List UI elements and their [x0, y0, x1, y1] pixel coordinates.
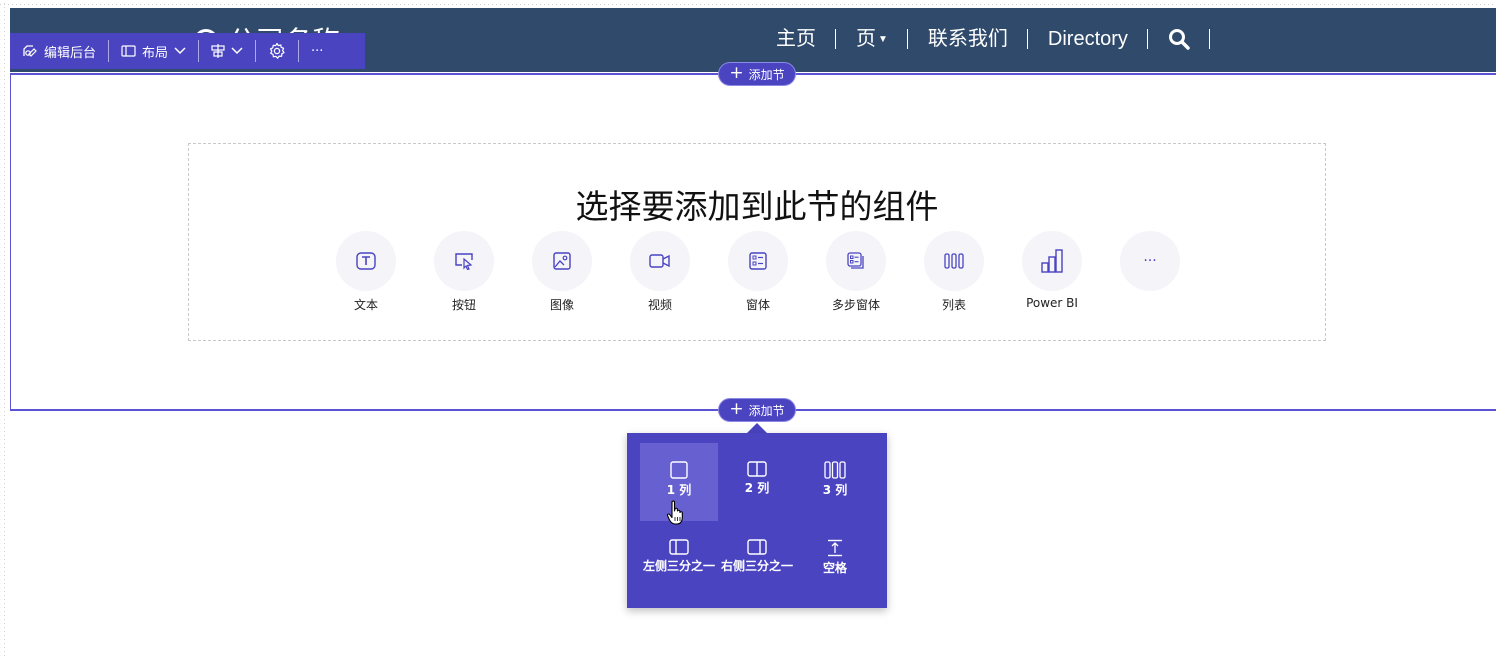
nav-item-label: 联系我们	[927, 28, 1008, 50]
layout-option-left-third[interactable]: 左侧三分之一	[640, 521, 718, 599]
component-more[interactable]: ···	[1105, 231, 1195, 296]
popover-arrow	[747, 423, 767, 433]
form-icon	[749, 252, 767, 270]
edit-site-icon	[23, 45, 37, 57]
settings-icon	[269, 42, 285, 59]
component-icon-circle	[924, 231, 984, 291]
component-icon-circle	[728, 231, 788, 291]
component-multistep-form[interactable]: 多步窗体	[811, 231, 901, 313]
nav-item-label: Directory	[1047, 28, 1128, 50]
component-label: 文本	[353, 298, 378, 312]
page-top-edge	[0, 0, 1496, 8]
edit-toolbar: 编辑后台 布局 ···	[10, 33, 365, 69]
layout-option-two-column[interactable]: 2 列	[718, 443, 796, 521]
page-left-edge	[0, 0, 8, 658]
right-third-icon	[747, 539, 767, 555]
layout-option-right-third[interactable]: 右侧三分之一	[718, 521, 796, 599]
list-icon	[944, 253, 964, 269]
multistep-form-icon	[847, 252, 864, 269]
edit-backend-button[interactable]: 编辑后台	[10, 33, 108, 69]
more-icon: ···	[311, 43, 324, 59]
component-label: 窗体	[745, 298, 770, 312]
plus-icon: +	[729, 398, 744, 419]
component-placeholder: 选择要添加到此节的组件 文本 按钮 图像 视频 窗体 多步窗体 列表 Power…	[188, 143, 1326, 341]
add-section-button-top[interactable]: + 添加节	[718, 62, 796, 86]
button-icon	[455, 253, 473, 270]
component-powerbi[interactable]: Power BI	[1007, 231, 1097, 310]
placeholder-title: 选择要添加到此节的组件	[575, 187, 939, 226]
settings-button[interactable]	[256, 33, 298, 69]
add-section-label: 添加节	[748, 403, 785, 418]
component-list[interactable]: 列表	[909, 231, 999, 313]
one-column-icon	[670, 461, 688, 479]
video-icon	[649, 254, 670, 268]
component-label: 图像	[549, 298, 574, 312]
component-video[interactable]: 视频	[615, 231, 705, 313]
chevron-down-icon	[174, 47, 186, 55]
powerbi-icon	[1041, 249, 1063, 273]
layout-option-label: 左侧三分之一	[642, 559, 715, 573]
component-label: 视频	[647, 298, 672, 312]
chevron-down-icon	[231, 47, 243, 55]
component-icon-circle	[826, 231, 886, 291]
image-icon	[553, 252, 571, 270]
text-icon	[356, 252, 376, 270]
layout-menu-button[interactable]: 布局	[109, 33, 198, 69]
more-options-button[interactable]: ···	[299, 33, 335, 69]
caret-down-icon: ▼	[878, 34, 888, 45]
plus-icon: +	[729, 62, 744, 83]
layout-option-label: 3 列	[822, 483, 848, 497]
component-label: 多步窗体	[831, 298, 880, 312]
component-icon-circle	[630, 231, 690, 291]
layout-icon	[121, 45, 136, 57]
component-image[interactable]: 图像	[517, 231, 607, 313]
nav-search-button[interactable]	[1148, 22, 1210, 56]
layout-option-three-column[interactable]: 3 列	[796, 443, 874, 521]
component-icon-circle: ···	[1120, 231, 1180, 291]
component-form[interactable]: 窗体	[713, 231, 803, 313]
more-icon: ···	[1143, 253, 1157, 269]
nav-item-directory[interactable]: Directory	[1028, 22, 1148, 56]
layout-option-label: 2 列	[744, 481, 770, 495]
layout-option-label: 1 列	[666, 483, 692, 497]
nav-item-contact[interactable]: 联系我们	[908, 22, 1028, 56]
component-icon-circle	[1022, 231, 1082, 291]
component-label: 列表	[941, 298, 966, 312]
align-icon	[211, 44, 225, 58]
search-icon	[1168, 29, 1190, 50]
main-nav: 主页 页 ▼ 联系我们 Directory	[756, 22, 1210, 56]
left-third-icon	[669, 539, 689, 555]
align-menu-button[interactable]	[199, 33, 255, 69]
component-icon-circle	[434, 231, 494, 291]
nav-item-label: 主页	[776, 28, 816, 50]
three-column-icon	[824, 461, 846, 479]
nav-item-label: 页	[856, 28, 876, 50]
two-column-icon	[747, 461, 767, 477]
layout-option-label: 右侧三分之一	[720, 559, 793, 573]
component-button[interactable]: 按钮	[419, 231, 509, 313]
component-text[interactable]: 文本	[321, 231, 411, 313]
add-section-button-bottom[interactable]: + 添加节	[718, 398, 796, 422]
component-icon-circle	[336, 231, 396, 291]
component-label: 按钮	[451, 298, 476, 312]
edit-backend-label: 编辑后台	[44, 45, 97, 61]
hand-cursor-icon	[666, 500, 683, 525]
layout-label: 布局	[142, 45, 169, 61]
spacer-icon	[828, 539, 842, 557]
add-section-label: 添加节	[748, 67, 785, 82]
nav-item-home[interactable]: 主页	[756, 22, 836, 56]
layout-option-label: 空格	[822, 561, 847, 575]
nav-item-pages[interactable]: 页 ▼	[836, 22, 908, 56]
layout-option-spacer[interactable]: 空格	[796, 521, 874, 599]
component-icon-circle	[532, 231, 592, 291]
component-label: Power BI	[1026, 296, 1078, 310]
